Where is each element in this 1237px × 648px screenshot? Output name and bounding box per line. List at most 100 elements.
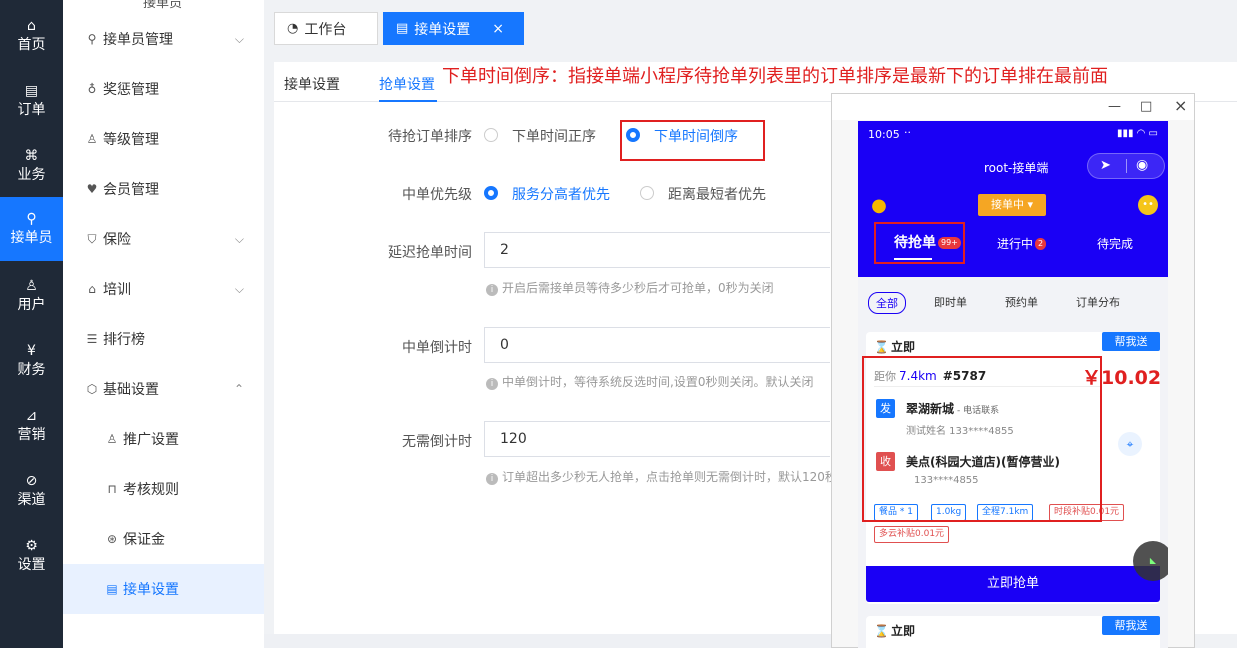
priority-score-label[interactable]: 服务分高者优先 bbox=[512, 184, 610, 204]
chart-icon: ⊿ bbox=[25, 408, 38, 424]
map-location-icon[interactable]: ⌖ bbox=[1118, 432, 1142, 456]
close-window-button[interactable]: × bbox=[1174, 96, 1187, 115]
sidebar-section-title: 接单员 bbox=[143, 0, 183, 11]
order-icon: ▤ bbox=[24, 83, 39, 99]
window-titlebar: — □ × bbox=[832, 94, 1194, 120]
subtab-grab-settings[interactable]: 抢单设置 bbox=[379, 74, 435, 94]
miniapp-capsule: ➤ ◉ bbox=[1087, 153, 1165, 179]
nav-item-user[interactable]: ♙ 用户 bbox=[0, 264, 63, 326]
promo-user-icon: ♙ bbox=[106, 432, 118, 446]
filter-distribution[interactable]: 订单分布 bbox=[1076, 294, 1120, 310]
nocount-hint-text: 订单超出多少秒无人抢单，点击抢单则无需倒计时，默认120秒 bbox=[502, 470, 837, 484]
floating-ball-icon[interactable]: ◣ bbox=[1133, 541, 1168, 581]
highlight-box-sort bbox=[620, 120, 765, 161]
avatar-icon[interactable]: ● bbox=[868, 195, 890, 217]
bike-icon: ⚲ bbox=[87, 32, 97, 46]
yuan-icon: ¥ bbox=[27, 343, 36, 359]
nav-item-marketing[interactable]: ⊿ 营销 bbox=[0, 394, 63, 456]
order-card-title: ⌛ 立即 bbox=[874, 622, 915, 639]
sort-asc-label[interactable]: 下单时间正序 bbox=[512, 126, 596, 146]
document-icon: ▤ bbox=[396, 21, 409, 36]
tab-label: 工作台 bbox=[304, 21, 347, 38]
vip-icon: ♥ bbox=[86, 182, 98, 196]
tab-order-settings[interactable]: ▤ 接单设置 × bbox=[383, 12, 524, 45]
help-deliver-tag: 帮我送 bbox=[1102, 616, 1160, 635]
nav-item-courier[interactable]: ⚲ 接单员 bbox=[0, 197, 63, 261]
sidebar-item-level[interactable]: ♙ 等级管理 bbox=[63, 114, 264, 164]
subtab-order-settings[interactable]: 接单设置 bbox=[284, 74, 340, 94]
countdown-input[interactable]: 0 bbox=[484, 327, 830, 363]
highlight-box-pending-tab bbox=[874, 222, 965, 264]
tab-workbench[interactable]: ◔ 工作台 bbox=[274, 12, 378, 45]
home-icon: ⌂ bbox=[27, 18, 36, 34]
nav-item-home[interactable]: ⌂ 首页 bbox=[0, 4, 63, 66]
sidebar-item-label: 考核规则 bbox=[123, 482, 179, 498]
work-status-button[interactable]: 接单中 ▾ bbox=[978, 194, 1046, 216]
nav-item-finance[interactable]: ¥ 财务 bbox=[0, 329, 63, 391]
nocount-input[interactable]: 120 bbox=[484, 421, 830, 457]
target-icon[interactable]: ◉ bbox=[1136, 157, 1148, 173]
priority-label: 中单优先级 bbox=[402, 187, 472, 203]
nav-item-order[interactable]: ▤ 订单 bbox=[0, 69, 63, 131]
user-icon: ♙ bbox=[25, 278, 38, 294]
location-arrow-icon[interactable]: ➤ bbox=[1100, 158, 1111, 173]
sidebar-item-basic-settings[interactable]: ⬡ 基础设置 ⌃ bbox=[63, 364, 264, 414]
training-icon: ⌂ bbox=[88, 282, 96, 296]
chip-weather-subsidy: 多云补贴0.01元 bbox=[874, 526, 950, 543]
nav-item-business[interactable]: ⌘ 业务 bbox=[0, 134, 63, 196]
tab-to-complete[interactable]: 待完成 bbox=[1097, 235, 1133, 252]
bottom-scroll-area bbox=[264, 634, 831, 648]
sidebar-item-member[interactable]: ♥ 会员管理 bbox=[63, 164, 264, 214]
nav-label: 营销 bbox=[17, 427, 46, 443]
close-icon[interactable]: × bbox=[492, 21, 504, 37]
nav-label: 渠道 bbox=[17, 492, 46, 508]
nav-label: 订单 bbox=[17, 102, 46, 118]
sidebar-item-label: 基础设置 bbox=[103, 382, 159, 398]
nav-item-channel[interactable]: ⊘ 渠道 bbox=[0, 459, 63, 521]
sidebar-item-training[interactable]: ⌂ 培训 ⌵ bbox=[63, 264, 264, 314]
filter-all[interactable]: 全部 bbox=[868, 292, 906, 314]
sidebar-item-ranking[interactable]: ☰ 排行榜 bbox=[63, 314, 264, 364]
nav-item-settings[interactable]: ⚙ 设置 bbox=[0, 524, 63, 586]
clipboard-icon: ⊓ bbox=[107, 482, 117, 496]
tab-in-progress-label: 进行中 bbox=[997, 237, 1034, 251]
coin-icon: ⊛ bbox=[106, 532, 118, 546]
sidebar-item-reward[interactable]: ♁ 奖惩管理 bbox=[63, 64, 264, 114]
delay-input[interactable]: 2 bbox=[484, 232, 830, 268]
signal-battery-icon: ▮▮▮ ◠ ▭ bbox=[1116, 128, 1158, 139]
order-card[interactable]: ⌛ 立即 帮我送 bbox=[866, 616, 1160, 648]
priority-distance-label[interactable]: 距离最短者优先 bbox=[668, 184, 766, 204]
chevron-down-icon: ⌵ bbox=[234, 232, 244, 246]
sidebar-item-label: 接单员管理 bbox=[103, 32, 173, 48]
sidebar-item-label: 会员管理 bbox=[103, 182, 159, 198]
chat-icon[interactable]: •• bbox=[1138, 195, 1158, 215]
grid-icon: ⌘ bbox=[24, 148, 39, 164]
filter-scheduled[interactable]: 预约单 bbox=[1005, 294, 1038, 310]
nav-label: 财务 bbox=[17, 362, 46, 378]
grab-order-button[interactable]: 立即抢单 bbox=[866, 566, 1160, 602]
sidebar-item-order-settings[interactable]: ▤ 接单设置 bbox=[63, 564, 264, 614]
nav-label: 设置 bbox=[17, 557, 46, 573]
help-deliver-tag: 帮我送 bbox=[1102, 332, 1160, 351]
phone-time: 10:05 bbox=[868, 128, 900, 141]
dashboard-icon: ◔ bbox=[287, 21, 299, 36]
maximize-button[interactable]: □ bbox=[1140, 99, 1152, 114]
sort-asc-radio[interactable] bbox=[484, 128, 498, 142]
priority-distance-radio[interactable] bbox=[640, 186, 654, 200]
sidebar-item-courier-manage[interactable]: ⚲ 接单员管理 ⌵ bbox=[63, 14, 264, 64]
sidebar-item-promotion[interactable]: ♙ 推广设置 bbox=[63, 414, 264, 464]
sidebar-item-insurance[interactable]: ⛉ 保险 ⌵ bbox=[63, 214, 264, 264]
sidebar-item-assessment[interactable]: ⊓ 考核规则 bbox=[63, 464, 264, 514]
page-tabs-bar: ◔ 工作台 ▤ 接单设置 × bbox=[264, 0, 1237, 56]
chevron-down-icon: ⌵ bbox=[234, 282, 244, 296]
filter-instant[interactable]: 即时单 bbox=[934, 294, 967, 310]
priority-score-radio[interactable] bbox=[484, 186, 498, 200]
tab-in-progress[interactable]: 进行中 2 bbox=[997, 235, 1047, 252]
countdown-hint-text: 中单倒计时，等待系统反选时间,设置0秒则关闭。默认关闭 bbox=[502, 375, 814, 389]
sidebar-item-deposit[interactable]: ⊛ 保证金 bbox=[63, 514, 264, 564]
sub-sidebar: 接单员 ⚲ 接单员管理 ⌵ ♁ 奖惩管理 ♙ 等级管理 ♥ 会员管理 ⛉ 保险 … bbox=[63, 0, 264, 648]
shield-icon: ⛉ bbox=[87, 232, 97, 246]
minimize-button[interactable]: — bbox=[1108, 99, 1121, 114]
medal-icon: ♁ bbox=[87, 82, 97, 96]
in-progress-badge: 2 bbox=[1035, 238, 1047, 250]
